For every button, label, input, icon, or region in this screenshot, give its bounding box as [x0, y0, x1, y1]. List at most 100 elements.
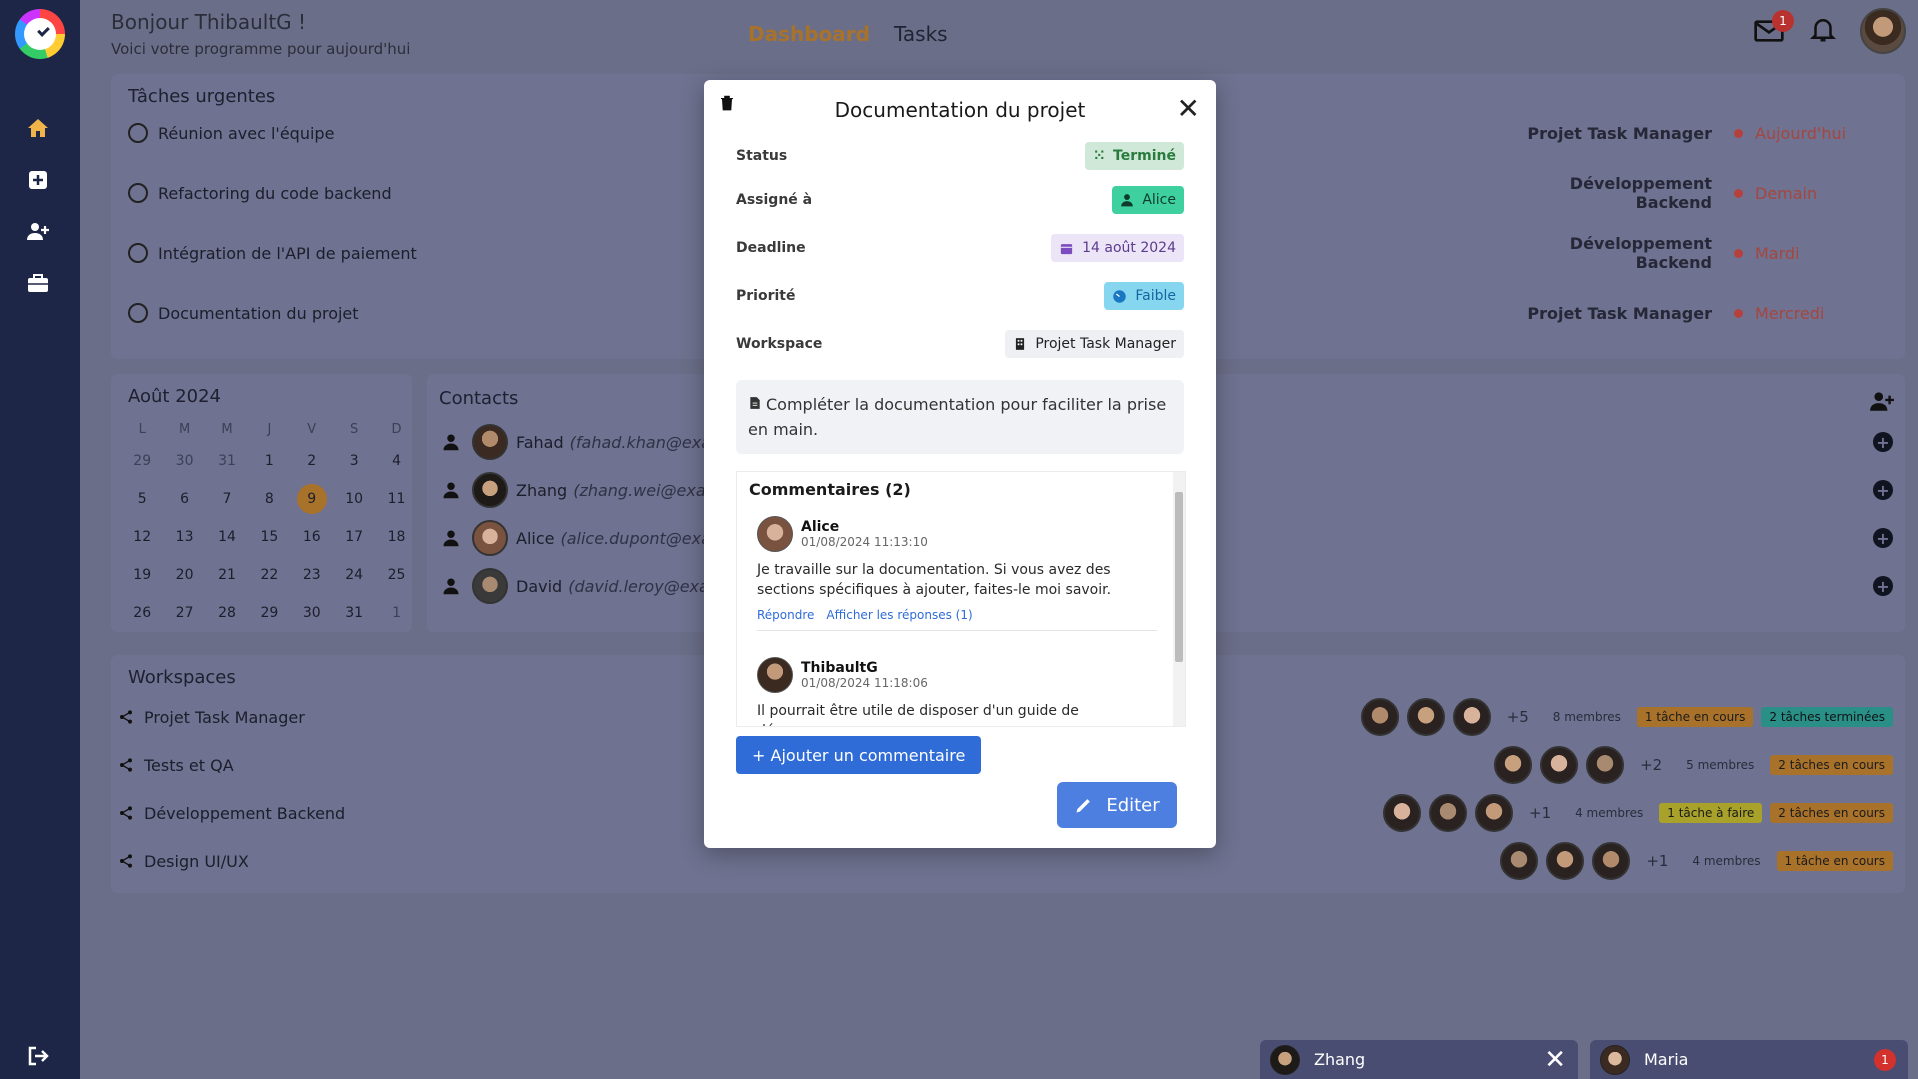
calendar-day[interactable]: 16: [291, 520, 333, 554]
add-task-icon[interactable]: [22, 164, 54, 196]
task-meta: Projet Task Manager Mercredi: [1492, 299, 1885, 327]
urgent-task-row[interactable]: Documentation du projet: [128, 299, 359, 327]
calendar-day[interactable]: 15: [248, 520, 290, 554]
calendar-day[interactable]: 21: [206, 558, 248, 592]
contact-item[interactable]: Fahad (fahad.khan@examp: [442, 422, 737, 462]
task-checkbox[interactable]: [128, 243, 148, 263]
contact-item[interactable]: Zhang (zhang.wei@examp: [442, 470, 731, 510]
assignee-badge[interactable]: Alice: [1112, 186, 1184, 214]
contact-item[interactable]: David (david.leroy@examp: [442, 566, 735, 606]
comments-scrollbar[interactable]: [1173, 472, 1185, 726]
mail-button[interactable]: 1: [1752, 10, 1794, 48]
calendar-day[interactable]: 2: [291, 444, 333, 478]
user-avatar[interactable]: [1860, 8, 1906, 54]
calendar-day[interactable]: 1: [248, 444, 290, 478]
calendar-day[interactable]: 29: [121, 444, 163, 478]
calendar-day[interactable]: 18: [375, 520, 417, 554]
add-contact-icon[interactable]: [1869, 388, 1895, 418]
show-replies-link[interactable]: Afficher les réponses (1): [826, 608, 972, 622]
calendar-day[interactable]: 22: [248, 558, 290, 592]
urgent-task-row[interactable]: Intégration de l'API de paiement: [128, 239, 417, 267]
add-contact-task-button[interactable]: +: [1873, 432, 1893, 452]
calendar-day[interactable]: 29: [248, 596, 290, 630]
calendar-day[interactable]: 26: [121, 596, 163, 630]
add-contact-task-button[interactable]: +: [1873, 576, 1893, 596]
tab-dashboard[interactable]: Dashboard: [748, 22, 870, 46]
calendar-day[interactable]: 31: [206, 444, 248, 478]
calendar-day[interactable]: 4: [375, 444, 417, 478]
person-icon: [443, 530, 459, 547]
calendar-day[interactable]: 14: [206, 520, 248, 554]
calendar-day[interactable]: 20: [163, 558, 205, 592]
workspace-item[interactable]: Tests et QA: [118, 748, 234, 782]
comments-section[interactable]: Commentaires (2) Alice 01/08/2024 11:13:…: [736, 471, 1186, 727]
add-user-icon[interactable]: [22, 215, 54, 247]
priority-badge[interactable]: Faible: [1104, 282, 1184, 310]
deadline-badge[interactable]: 14 août 2024: [1051, 234, 1184, 262]
calendar-day[interactable]: 19: [121, 558, 163, 592]
member-avatar: [1546, 842, 1585, 880]
chat-tab-zhang[interactable]: Zhang ✕: [1260, 1040, 1578, 1079]
reply-link[interactable]: Répondre: [757, 608, 814, 622]
task-project: Développement Backend: [1569, 234, 1712, 272]
logout-icon[interactable]: [22, 1040, 54, 1072]
edit-button[interactable]: Editer: [1057, 782, 1177, 828]
task-checkbox[interactable]: [128, 183, 148, 203]
calendar-day[interactable]: 30: [163, 444, 205, 478]
calendar-day[interactable]: 9: [291, 482, 333, 516]
more-members-count: +1: [1646, 852, 1669, 870]
add-comment-button[interactable]: + Ajouter un commentaire: [736, 736, 982, 774]
comment-date: 01/08/2024 11:18:06: [801, 676, 928, 690]
calendar-day[interactable]: 31: [333, 596, 375, 630]
calendar-day[interactable]: 28: [206, 596, 248, 630]
calendar-day[interactable]: 3: [333, 444, 375, 478]
calendar-day[interactable]: 1: [375, 596, 417, 630]
calendar-day[interactable]: 6: [163, 482, 205, 516]
document-icon: [750, 397, 760, 409]
calendar-day[interactable]: 11: [375, 482, 417, 516]
workspace-item[interactable]: Développement Backend: [118, 796, 345, 830]
task-checkbox[interactable]: [128, 123, 148, 143]
workspace-item[interactable]: Design UI/UX: [118, 844, 249, 878]
add-contact-task-button[interactable]: +: [1873, 480, 1893, 500]
task-checkbox[interactable]: [128, 303, 148, 323]
urgent-task-row[interactable]: Réunion avec l'équipe: [128, 119, 334, 147]
greeting: Bonjour ThibaultG ! Voici votre programm…: [111, 10, 410, 58]
tab-tasks[interactable]: Tasks: [894, 22, 948, 46]
app-logo[interactable]: [15, 9, 65, 59]
calendar-day[interactable]: 7: [206, 482, 248, 516]
close-icon[interactable]: ✕: [1177, 92, 1200, 125]
bell-icon[interactable]: [1808, 14, 1838, 48]
workspace-badge[interactable]: Projet Task Manager: [1005, 330, 1184, 358]
comments-title: Commentaires (2): [749, 480, 911, 499]
task-project: Développement Backend: [1569, 174, 1712, 212]
calendar-day[interactable]: 25: [375, 558, 417, 592]
add-contact-task-button[interactable]: +: [1873, 528, 1893, 548]
comment: ThibaultG 01/08/2024 11:18:06 Il pourrai…: [757, 657, 1157, 726]
calendar-day[interactable]: 5: [121, 482, 163, 516]
calendar-day[interactable]: 27: [163, 596, 205, 630]
status-badge[interactable]: ⁙ Terminé: [1085, 142, 1184, 170]
calendar-day[interactable]: 13: [163, 520, 205, 554]
comment-avatar: [757, 657, 793, 693]
due-dot: [1734, 248, 1743, 258]
contact-item[interactable]: Alice (alice.dupont@examp: [442, 518, 737, 558]
urgent-task-row[interactable]: Refactoring du code backend: [128, 179, 392, 207]
calendar-day[interactable]: 12: [121, 520, 163, 554]
home-icon[interactable]: [22, 112, 54, 144]
briefcase-icon[interactable]: [22, 267, 54, 299]
calendar-day[interactable]: 10: [333, 482, 375, 516]
calendar-day[interactable]: 30: [291, 596, 333, 630]
calendar-day[interactable]: 17: [333, 520, 375, 554]
calendar-day[interactable]: 8: [248, 482, 290, 516]
task-count-badge: 1 tâche à faire: [1659, 803, 1763, 823]
close-icon[interactable]: ✕: [1544, 1045, 1566, 1075]
comment-author: Alice: [801, 519, 840, 535]
task-meta: Projet Task Manager Aujourd'hui: [1492, 119, 1885, 147]
calendar-day[interactable]: 23: [291, 558, 333, 592]
workspace-item[interactable]: Projet Task Manager: [118, 700, 305, 734]
calendar-day[interactable]: 24: [333, 558, 375, 592]
spinner-icon: ⁙: [1093, 148, 1106, 164]
chat-tab-maria[interactable]: Maria 1: [1590, 1040, 1908, 1079]
scrollbar-thumb[interactable]: [1175, 492, 1183, 662]
